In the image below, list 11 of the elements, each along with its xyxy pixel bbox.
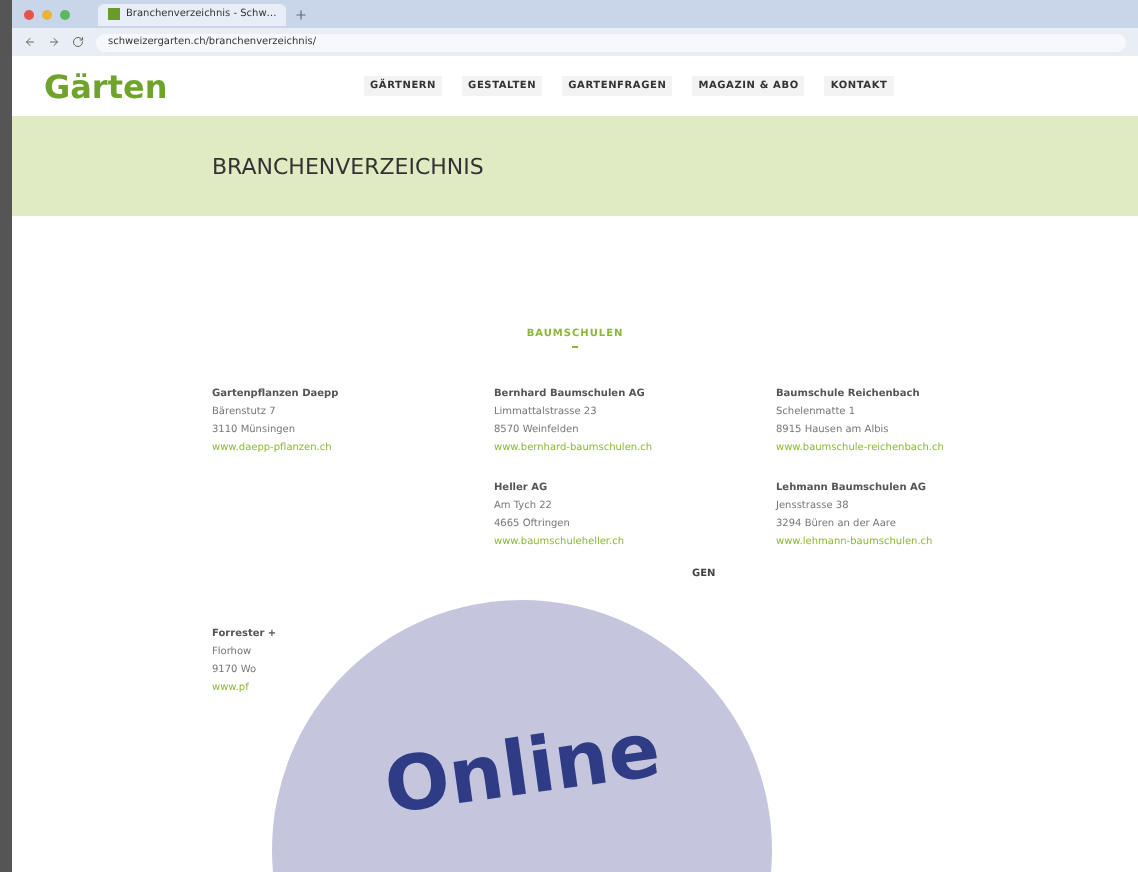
minimize-dot-icon[interactable] [42,9,52,19]
new-tab-icon[interactable] [294,7,309,21]
maximize-dot-icon[interactable] [60,9,70,19]
forward-icon[interactable] [48,36,60,48]
back-icon[interactable] [24,36,36,48]
title-underline [572,346,578,348]
favicon-icon [108,8,120,20]
reload-icon[interactable] [72,36,84,48]
close-dot-icon[interactable] [24,9,34,19]
badge-text: Online [378,705,665,831]
page-title: BRANCHENVERZEICHNIS [212,153,484,179]
